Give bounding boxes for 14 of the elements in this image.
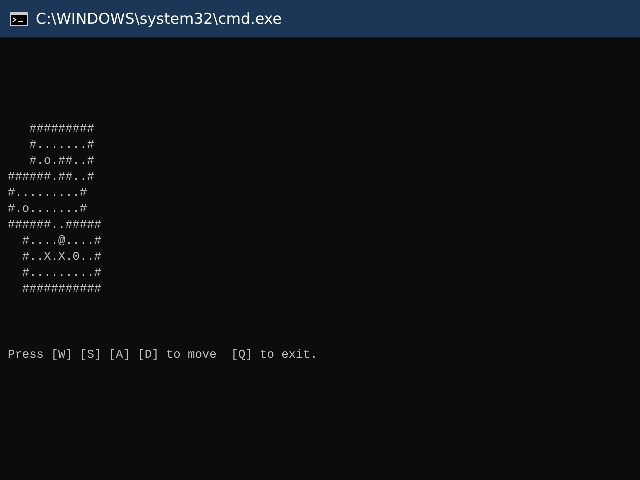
console-prompt: Press [W] [S] [A] [D] to move [Q] to exit.: [8, 347, 318, 363]
map-line: #.o.##..#: [28, 153, 94, 169]
map-line: #########: [28, 121, 94, 137]
map-line: ######..#####: [8, 217, 102, 233]
map-line: #....@....#: [21, 233, 102, 249]
window-title: C:\WINDOWS\system32\cmd.exe: [36, 10, 282, 28]
map-line: #..X.X.0..#: [21, 249, 102, 265]
console-icon: [10, 12, 28, 26]
map-line: #.o.......#: [8, 201, 88, 217]
map-line: #.........#: [21, 265, 102, 281]
map-line: #.........#: [8, 185, 88, 201]
map-line: ######.##..#: [8, 169, 94, 185]
map-line: #.......#: [28, 137, 94, 153]
map-line: ###########: [21, 281, 102, 297]
